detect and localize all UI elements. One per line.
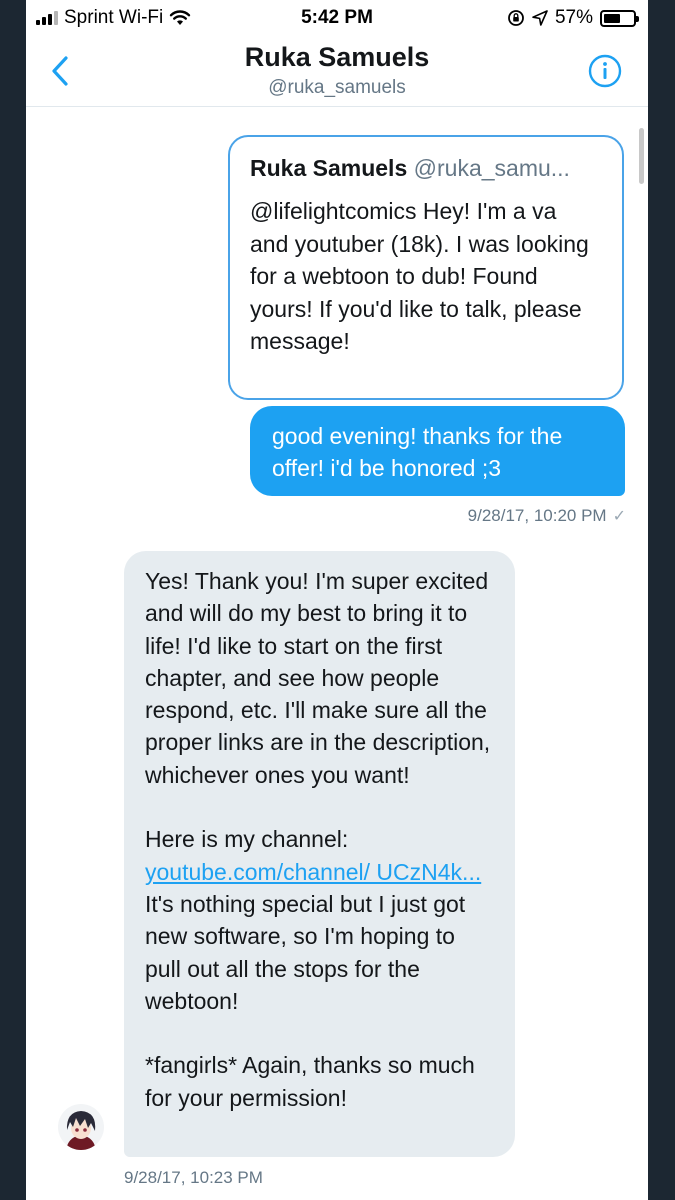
sender-avatar[interactable]	[58, 1104, 104, 1150]
battery-icon	[600, 9, 639, 27]
quoted-tweet-text: @lifelightcomics Hey! I'm a va and youtu…	[250, 198, 589, 354]
quoted-tweet-card[interactable]: Ruka Samuels @ruka_samu... @lifelightcom…	[228, 135, 624, 400]
conversation-header: Ruka Samuels @ruka_samuels	[26, 36, 648, 107]
message-paragraph: *fangirls* Again, thanks so much for you…	[145, 1052, 475, 1111]
channel-intro-text: Here is my channel:	[145, 826, 349, 853]
sent-message-timestamp: 9/28/17, 10:20 PM	[467, 506, 607, 525]
sent-message-meta: 9/28/17, 10:20 PM ✓	[468, 506, 626, 526]
conversation-handle[interactable]: @ruka_samuels	[26, 77, 648, 99]
info-icon[interactable]	[588, 54, 622, 88]
quoted-tweet-author: Ruka Samuels	[250, 155, 408, 181]
rotation-lock-icon	[508, 10, 524, 26]
location-arrow-icon	[532, 10, 548, 26]
received-message-timestamp: 9/28/17, 10:23 PM	[124, 1168, 263, 1187]
channel-link[interactable]: youtube.com/channel/ UCzN4k...	[145, 859, 481, 885]
sent-message-bubble[interactable]: good evening! thanks for the offer! i'd …	[250, 406, 625, 496]
quoted-tweet-handle: @ruka_samu...	[413, 155, 570, 181]
received-message-bubble[interactable]: Yes! Thank you! I'm super excited and wi…	[124, 551, 515, 1157]
battery-percent: 57%	[554, 7, 593, 28]
message-paragraph: Here is my channel: youtube.com/channel/ …	[145, 823, 497, 1017]
checkmark-icon: ✓	[612, 508, 626, 525]
conversation-title[interactable]: Ruka Samuels	[26, 42, 648, 73]
message-text: It's nothing special but I just got new …	[145, 890, 466, 1014]
message-paragraph: Yes! Thank you! I'm super excited and wi…	[145, 568, 491, 788]
sent-message-text: good evening! thanks for the offer! i'd …	[272, 423, 563, 481]
dm-screen: Sprint Wi-Fi 5:42 PM 57% Ruka Samuels @r…	[26, 0, 648, 1200]
scroll-indicator[interactable]	[639, 128, 644, 184]
status-bar: Sprint Wi-Fi 5:42 PM 57%	[26, 0, 648, 36]
